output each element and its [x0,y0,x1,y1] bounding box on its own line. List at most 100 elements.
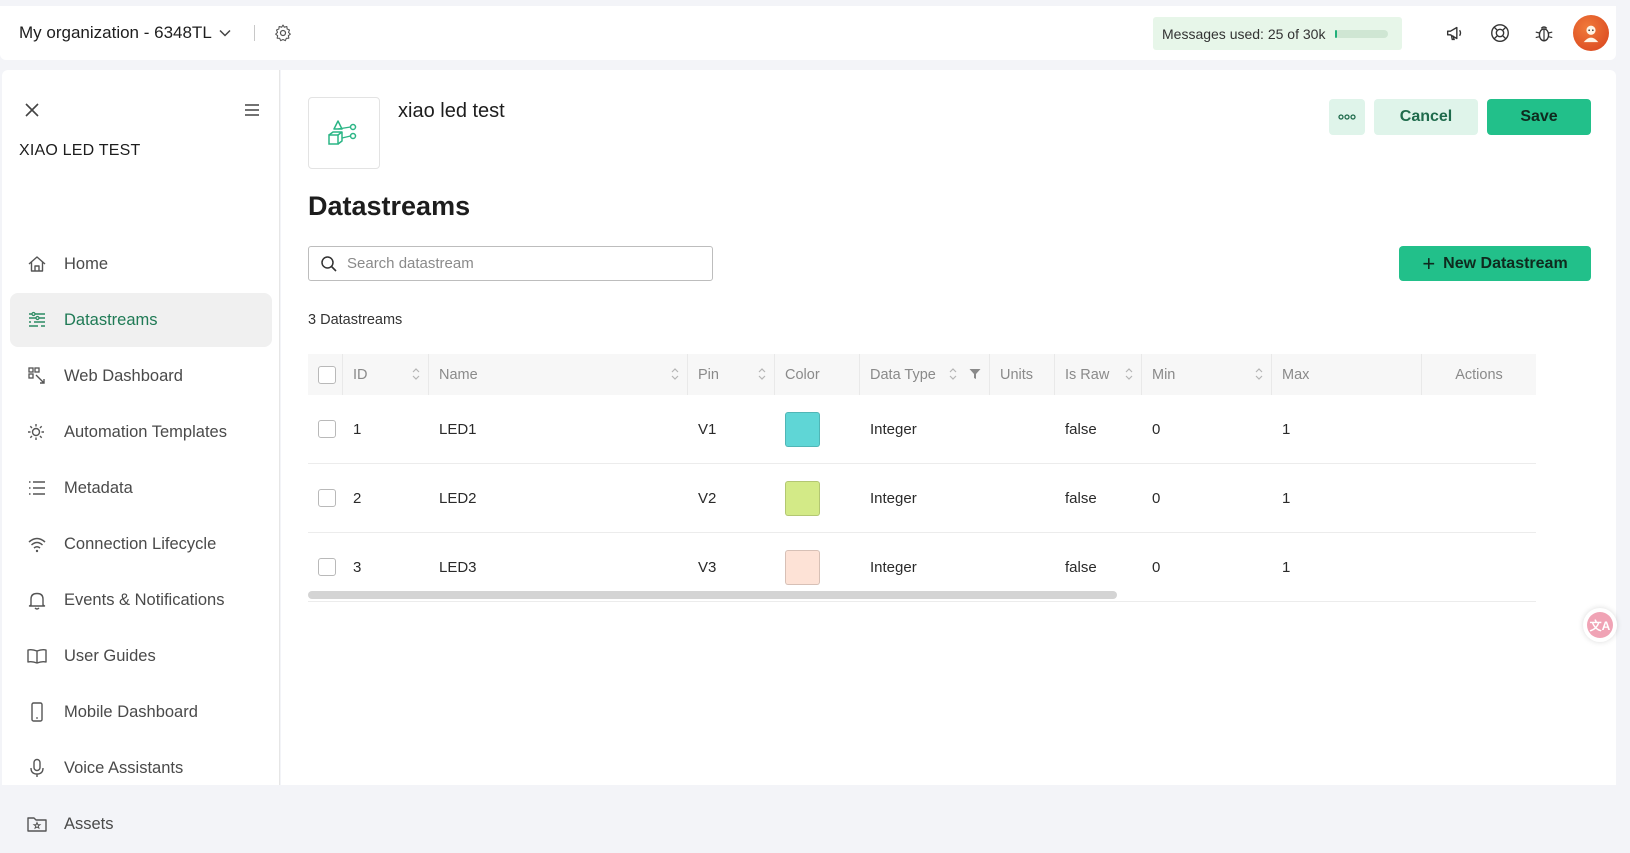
gear-icon[interactable] [273,23,293,43]
translate-icon: 文A [1587,612,1613,638]
sidebar-item-events-notifications[interactable]: Events & Notifications [10,573,272,627]
messages-usage-badge: Messages used: 25 of 30k [1153,17,1402,50]
support-icon[interactable] [1489,22,1511,44]
table-row[interactable]: 1 LED1 V1 Integer false 0 1 [308,395,1536,464]
sidebar-item-label: Mobile Dashboard [64,702,198,721]
sidebar-item-mobile-dashboard[interactable]: Mobile Dashboard [10,685,272,739]
sort-icon[interactable] [949,367,957,381]
sidebar-item-home[interactable]: Home [10,237,272,291]
cell-actions [1422,395,1536,463]
template-image[interactable] [308,97,380,169]
sidebar-item-metadata[interactable]: Metadata [10,461,272,515]
column-header-name[interactable]: Name [429,354,688,395]
bug-icon[interactable] [1533,22,1555,44]
column-header-color: Color [775,354,860,395]
sidebar-item-assets[interactable]: Assets [10,797,272,851]
column-label: Units [1000,366,1034,383]
sidebar-item-label: Datastreams [64,310,158,329]
column-header-max: Max [1272,354,1422,395]
search-box[interactable] [308,246,713,281]
close-icon[interactable] [22,100,42,120]
row-checkbox[interactable] [318,420,336,438]
org-selector[interactable]: My organization - 6348TL [19,23,232,43]
column-header-pin[interactable]: Pin [688,354,775,395]
new-datastream-label: New Datastream [1443,254,1568,272]
cell-max: 1 [1282,489,1291,507]
sidebar-nav: Home Datastreams Web Dashboard Automatio… [10,237,272,853]
sidebar-item-label: Home [64,254,109,273]
sidebar-item-label: Events & Notifications [64,590,225,609]
sort-icon[interactable] [671,367,679,381]
messages-progress-bar [1335,29,1389,38]
table-row[interactable]: 2 LED2 V2 Integer false 0 1 [308,464,1536,533]
sidebar-item-label: Assets [64,814,114,833]
cell-max: 1 [1282,420,1291,438]
sidebar-item-automation-templates[interactable]: Automation Templates [10,405,272,459]
cancel-button[interactable]: Cancel [1374,99,1478,135]
translate-button[interactable]: 文A [1583,608,1617,642]
sidebar-item-connection-lifecycle[interactable]: Connection Lifecycle [10,517,272,571]
cell-data-type: Integer [870,420,917,438]
cell-max: 1 [1282,558,1291,576]
avatar[interactable] [1573,15,1609,51]
sidebar-item-web-dashboard[interactable]: Web Dashboard [10,349,272,403]
cell-pin: V2 [698,489,717,507]
sort-icon[interactable] [412,367,420,381]
sort-icon[interactable] [1125,367,1133,381]
row-checkbox[interactable] [318,489,336,507]
sidebar-item-datastreams[interactable]: Datastreams [10,293,272,347]
column-label: Color [785,366,820,383]
horizontal-scrollbar[interactable] [308,591,1117,599]
main-panel: xiao led test Cancel Save Datastreams + … [281,70,1616,785]
select-all-checkbox[interactable] [318,365,336,384]
column-header-data-type[interactable]: Data Type [860,354,990,395]
cell-pin: V1 [698,420,717,438]
column-header-actions: Actions [1422,354,1536,395]
row-select-cell [308,464,343,532]
search-input[interactable] [347,255,687,272]
column-label: Actions [1455,366,1503,383]
column-label: Min [1152,366,1176,383]
cell-units [990,464,1055,532]
sidebar-item-user-guides[interactable]: User Guides [10,629,272,683]
cell-id: 1 [353,420,362,438]
template-device-icon [328,120,357,145]
wifi-icon [28,537,46,553]
filter-icon[interactable] [969,368,981,380]
megaphone-icon[interactable] [1444,22,1466,44]
sort-icon[interactable] [758,367,766,381]
cell-is-raw: false [1065,489,1097,507]
more-icon [1338,114,1356,120]
cell-is-raw: false [1065,420,1097,438]
column-header-min[interactable]: Min [1142,354,1272,395]
phone-icon [31,702,43,722]
color-swatch [785,549,820,585]
hamburger-menu-icon[interactable] [242,100,262,120]
messages-label: Messages used: [1162,25,1264,42]
color-swatch [785,411,820,447]
template-name: xiao led test [398,100,505,122]
cell-min: 0 [1152,489,1161,507]
cell-id: 2 [353,489,362,507]
chevron-down-icon [219,29,231,37]
cell-data-type: Integer [870,489,917,507]
row-checkbox[interactable] [318,558,336,576]
search-icon [321,255,337,272]
datastream-count: 3 Datastreams [308,312,403,328]
org-name: My organization - 6348TL [19,23,212,42]
new-datastream-button[interactable]: + New Datastream [1399,246,1591,281]
column-label: Pin [698,366,719,383]
column-header-id[interactable]: ID [343,354,429,395]
sidebar-item-label: Connection Lifecycle [64,534,217,553]
cell-name[interactable]: LED2 [429,464,688,532]
sort-icon[interactable] [1255,367,1263,381]
more-options-button[interactable] [1329,99,1365,135]
folder-icon [27,817,47,832]
cell-name[interactable]: LED1 [429,395,688,463]
column-header-is-raw[interactable]: Is Raw [1055,354,1142,395]
automation-icon [28,424,44,440]
sidebar-template-title: XIAO LED TEST [19,142,141,159]
save-button[interactable]: Save [1487,99,1591,135]
top-bar: My organization - 6348TL Messages used: … [0,6,1616,60]
sidebar-item-voice-assistants[interactable]: Voice Assistants [10,741,272,795]
